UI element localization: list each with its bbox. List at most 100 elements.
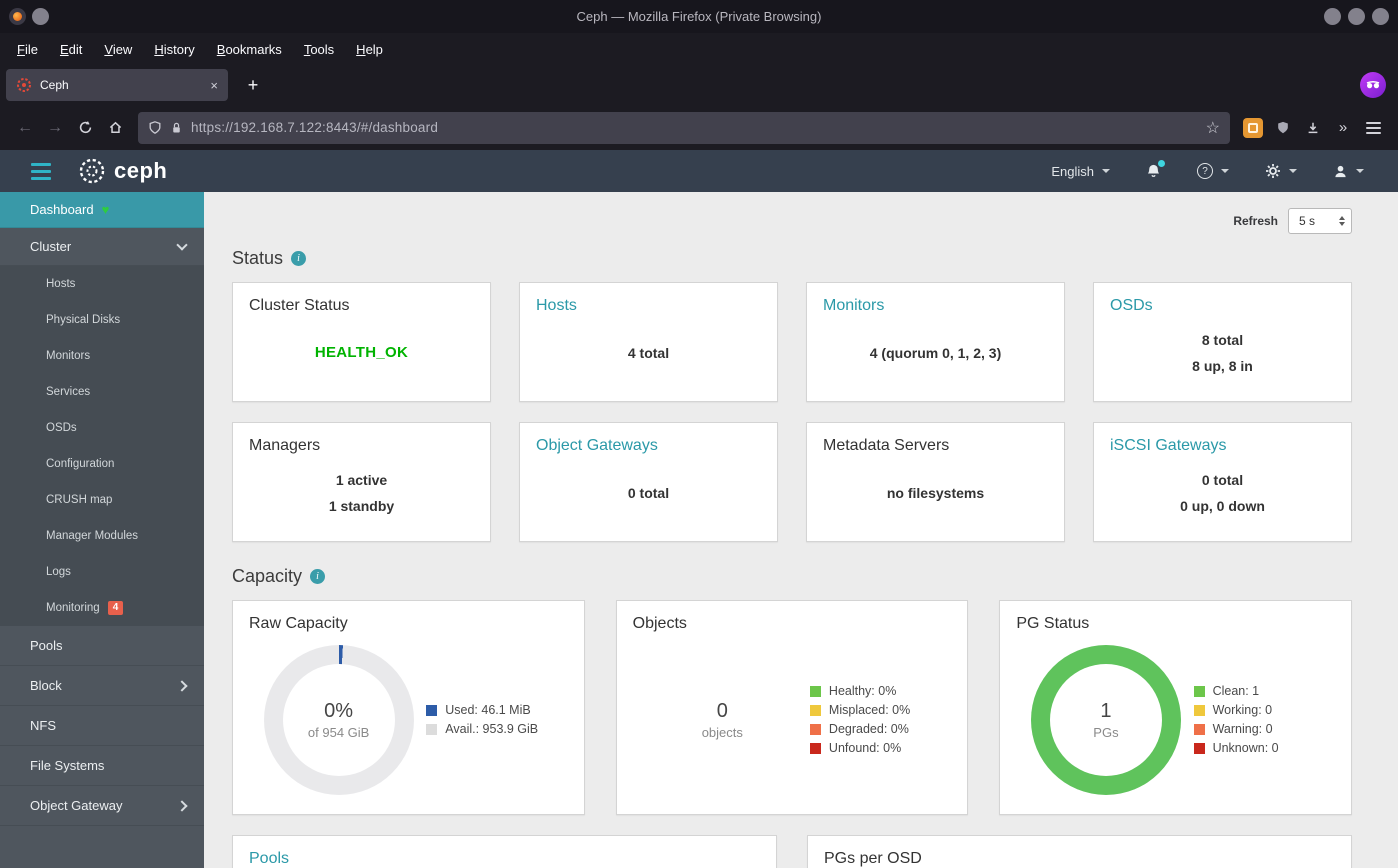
firefox-app-icon[interactable]	[9, 8, 26, 25]
sidebar-label: Hosts	[46, 278, 76, 290]
refresh-interval-select[interactable]: 5 s	[1288, 208, 1352, 234]
legend-item-misplaced: Misplaced: 0%	[809, 703, 953, 717]
info-icon[interactable]: i	[291, 251, 307, 266]
menu-edit[interactable]: Edit	[49, 36, 93, 63]
pools-card-link[interactable]: Pools	[233, 836, 776, 868]
sidebar-label: Object Gateway	[30, 798, 123, 813]
sidebar-item-nfs[interactable]: NFS	[0, 706, 204, 746]
user-dropdown[interactable]	[1333, 164, 1364, 179]
sidebar-label: CRUSH map	[46, 494, 113, 506]
sidebar-item-monitoring[interactable]: Monitoring 4	[0, 590, 204, 626]
object-gateways-link[interactable]: Object Gateways	[520, 423, 777, 455]
menu-history[interactable]: History	[143, 36, 205, 63]
info-icon[interactable]: i	[310, 569, 326, 584]
ceph-logo[interactable]: ceph	[78, 157, 167, 185]
sidebar-item-configuration[interactable]: Configuration	[0, 446, 204, 482]
refresh-value: 5 s	[1299, 214, 1316, 228]
language-label: English	[1051, 163, 1094, 179]
sidebar-item-hosts[interactable]: Hosts	[0, 266, 204, 302]
raw-capacity-total: of 954 GiB	[307, 724, 370, 740]
sidebar-item-physical-disks[interactable]: Physical Disks	[0, 302, 204, 338]
iscsi-up-down: 0 up, 0 down	[1180, 498, 1265, 514]
sidebar-item-file-systems[interactable]: File Systems	[0, 746, 204, 786]
url-text: https://192.168.7.122:8443/#/dashboard	[191, 120, 439, 135]
window-menu-button[interactable]	[32, 8, 49, 25]
sidebar-item-manager-modules[interactable]: Manager Modules	[0, 518, 204, 554]
settings-dropdown[interactable]	[1265, 163, 1297, 179]
downloads-icon[interactable]	[1298, 113, 1328, 143]
extension-shield-icon[interactable]	[1268, 113, 1298, 143]
caret-down-icon	[1102, 169, 1110, 173]
home-icon[interactable]	[100, 113, 130, 143]
notifications-bell-icon[interactable]	[1146, 160, 1165, 179]
tab-close-icon[interactable]: ×	[210, 78, 218, 93]
cluster-status-title: Cluster Status	[249, 297, 350, 314]
iscsi-gateways-link[interactable]: iSCSI Gateways	[1094, 423, 1351, 455]
sidebar-item-logs[interactable]: Logs	[0, 554, 204, 590]
window-title: Ceph — Mozilla Firefox (Private Browsing…	[576, 9, 822, 24]
object-gateways-total: 0 total	[627, 485, 670, 501]
sidebar-item-services[interactable]: Services	[0, 374, 204, 410]
sidebar: Dashboard ♥ Cluster Hosts Physical Disks…	[0, 192, 204, 868]
close-button[interactable]	[1372, 8, 1389, 25]
url-bar-input[interactable]: https://192.168.7.122:8443/#/dashboard ☆	[138, 111, 1230, 144]
sidebar-label: Services	[46, 386, 91, 398]
menu-file[interactable]: File	[6, 36, 49, 63]
sidebar-toggle-icon[interactable]	[31, 162, 51, 180]
forward-icon[interactable]: →	[40, 113, 70, 143]
bookmark-star-icon[interactable]: ☆	[1206, 118, 1220, 138]
pools-card: Pools	[232, 835, 777, 868]
tab-ceph[interactable]: Ceph ×	[6, 69, 228, 101]
brand-text: ceph	[114, 158, 168, 183]
sidebar-item-osds[interactable]: OSDs	[0, 410, 204, 446]
menu-view[interactable]: View	[93, 36, 143, 63]
managers-standby: 1 standby	[328, 498, 395, 514]
back-icon[interactable]: ←	[10, 113, 40, 143]
capacity-heading-text: Capacity	[232, 566, 303, 586]
monitors-card-link[interactable]: Monitors	[807, 283, 1064, 315]
lock-icon[interactable]	[170, 121, 183, 135]
menu-bookmarks[interactable]: Bookmarks	[206, 36, 293, 63]
sidebar-item-object-gateway[interactable]: Object Gateway	[0, 786, 204, 826]
language-dropdown[interactable]: English	[1051, 164, 1110, 179]
raw-capacity-card: Raw Capacity 0% of 954 GiB Used: 46.1 Mi…	[232, 600, 585, 815]
managers-active: 1 active	[335, 472, 388, 488]
managers-card: Managers 1 active 1 standby	[232, 422, 491, 542]
user-icon	[1335, 165, 1346, 177]
ceph-logo-icon	[79, 158, 105, 184]
sidebar-label: Dashboard	[30, 202, 94, 217]
legend-swatch	[809, 704, 821, 716]
legend-label: Clean: 1	[1212, 684, 1260, 698]
tracking-protection-shield-icon[interactable]	[148, 120, 162, 135]
sidebar-item-dashboard[interactable]: Dashboard ♥	[0, 192, 204, 228]
raw-capacity-legend: Used: 46.1 MiB Avail.: 953.9 GiB	[426, 698, 569, 741]
menu-help[interactable]: Help	[345, 36, 394, 63]
new-tab-button[interactable]: +	[240, 72, 266, 98]
maximize-button[interactable]	[1348, 8, 1365, 25]
raw-capacity-title: Raw Capacity	[249, 615, 348, 632]
status-heading-text: Status	[232, 248, 284, 268]
sidebar-item-block[interactable]: Block	[0, 666, 204, 706]
firefox-menu-icon[interactable]	[1358, 113, 1388, 143]
extension-icon[interactable]	[1238, 113, 1268, 143]
menu-tools[interactable]: Tools	[293, 36, 345, 63]
legend-item-avail: Avail.: 953.9 GiB	[426, 722, 569, 736]
minimize-button[interactable]	[1324, 8, 1341, 25]
reload-icon[interactable]	[70, 113, 100, 143]
menu-bar: File Edit View History Bookmarks Tools H…	[0, 33, 1398, 65]
overflow-chevron-icon[interactable]: »	[1328, 113, 1358, 143]
sidebar-item-cluster[interactable]: Cluster	[0, 228, 204, 266]
legend-label: Used: 46.1 MiB	[445, 703, 531, 717]
capacity-cards-row: Raw Capacity 0% of 954 GiB Used: 46.1 Mi…	[232, 600, 1352, 815]
sidebar-item-monitors[interactable]: Monitors	[0, 338, 204, 374]
legend-swatch	[809, 685, 821, 697]
sidebar-item-crush-map[interactable]: CRUSH map	[0, 482, 204, 518]
cluster-status-card: Cluster Status HEALTH_OK	[232, 282, 491, 402]
sidebar-label: Pools	[30, 638, 63, 653]
hosts-card-link[interactable]: Hosts	[520, 283, 777, 315]
help-dropdown[interactable]: ?	[1197, 163, 1229, 179]
sidebar-item-pools[interactable]: Pools	[0, 626, 204, 666]
sidebar-label: Block	[30, 678, 62, 693]
tab-title: Ceph	[40, 78, 69, 92]
osds-card-link[interactable]: OSDs	[1094, 283, 1351, 315]
